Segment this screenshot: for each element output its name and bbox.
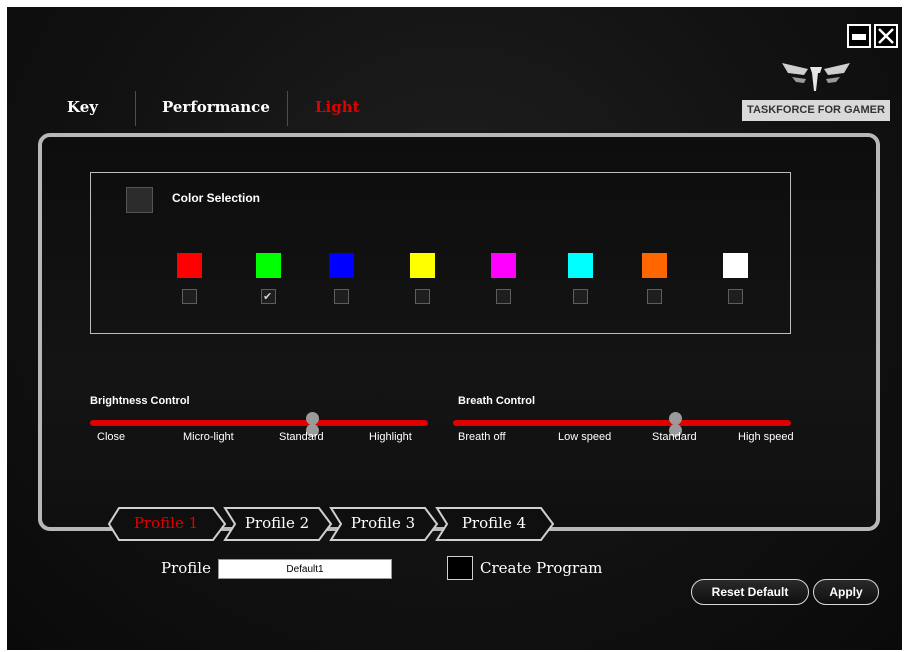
profile-label: Profile xyxy=(161,559,211,577)
color-swatch[interactable] xyxy=(642,253,667,278)
brightness-level-micro-light[interactable]: Micro-light xyxy=(183,431,234,443)
breath-slider[interactable] xyxy=(453,420,791,426)
brand-logo: TASKFORCE FOR GAMER xyxy=(742,57,890,127)
color-selection-label: Color Selection xyxy=(172,191,261,205)
profile-tab-2[interactable]: Profile 2 xyxy=(221,506,333,542)
tab-performance[interactable]: Performance xyxy=(162,98,270,116)
reset-default-button[interactable]: Reset Default xyxy=(691,579,809,605)
profile-tab-1[interactable]: Profile 1 xyxy=(105,506,227,542)
color-checkbox[interactable] xyxy=(334,289,349,304)
color-checkbox[interactable] xyxy=(182,289,197,304)
color-checkbox[interactable]: ✔ xyxy=(261,289,276,304)
breath-level-low[interactable]: Low speed xyxy=(558,431,611,443)
color-swatch[interactable] xyxy=(491,253,516,278)
breath-level-off[interactable]: Breath off xyxy=(458,431,506,443)
breath-level-high[interactable]: High speed xyxy=(738,431,794,443)
color-swatch[interactable] xyxy=(410,253,435,278)
brightness-level-close[interactable]: Close xyxy=(97,431,125,443)
brightness-level-standard[interactable]: Standard xyxy=(279,431,324,443)
create-program-label: Create Program xyxy=(480,559,603,577)
color-swatch[interactable] xyxy=(568,253,593,278)
brightness-title: Brightness Control xyxy=(90,395,190,407)
color-checkbox[interactable] xyxy=(496,289,511,304)
color-checkbox[interactable] xyxy=(647,289,662,304)
profile-tab-4[interactable]: Profile 4 xyxy=(433,506,555,542)
breath-title: Breath Control xyxy=(458,395,535,407)
color-swatch[interactable] xyxy=(329,253,354,278)
check-icon: ✔ xyxy=(263,290,273,303)
color-swatch[interactable] xyxy=(256,253,281,278)
tab-divider xyxy=(135,91,136,126)
breath-level-standard[interactable]: Standard xyxy=(652,431,697,443)
color-swatch[interactable] xyxy=(723,253,748,278)
tab-light[interactable]: Light xyxy=(315,98,360,116)
app-window: TASKFORCE FOR GAMER Key Performance Ligh… xyxy=(7,7,902,650)
minimize-icon[interactable] xyxy=(847,24,871,48)
profile-name-input[interactable] xyxy=(218,559,392,579)
color-swatch[interactable] xyxy=(177,253,202,278)
brightness-slider[interactable] xyxy=(90,420,428,426)
tf-logo-icon xyxy=(782,63,850,91)
apply-button[interactable]: Apply xyxy=(813,579,879,605)
profile-tab-label: Profile 4 xyxy=(461,514,527,532)
profile-tab-3[interactable]: Profile 3 xyxy=(327,506,439,542)
brightness-level-highlight[interactable]: Highlight xyxy=(369,431,412,443)
brand-text: TASKFORCE FOR GAMER xyxy=(742,100,890,121)
tab-key[interactable]: Key xyxy=(67,98,98,116)
profile-tab-label: Profile 3 xyxy=(350,514,416,532)
profile-tab-label: Profile 2 xyxy=(244,514,310,532)
tab-divider xyxy=(287,91,288,126)
color-checkbox[interactable] xyxy=(415,289,430,304)
create-program-checkbox[interactable] xyxy=(447,556,473,580)
close-icon[interactable] xyxy=(874,24,898,48)
current-color-swatch[interactable] xyxy=(126,187,153,213)
color-checkbox[interactable] xyxy=(728,289,743,304)
profile-tab-label: Profile 1 xyxy=(133,514,199,532)
color-checkbox[interactable] xyxy=(573,289,588,304)
